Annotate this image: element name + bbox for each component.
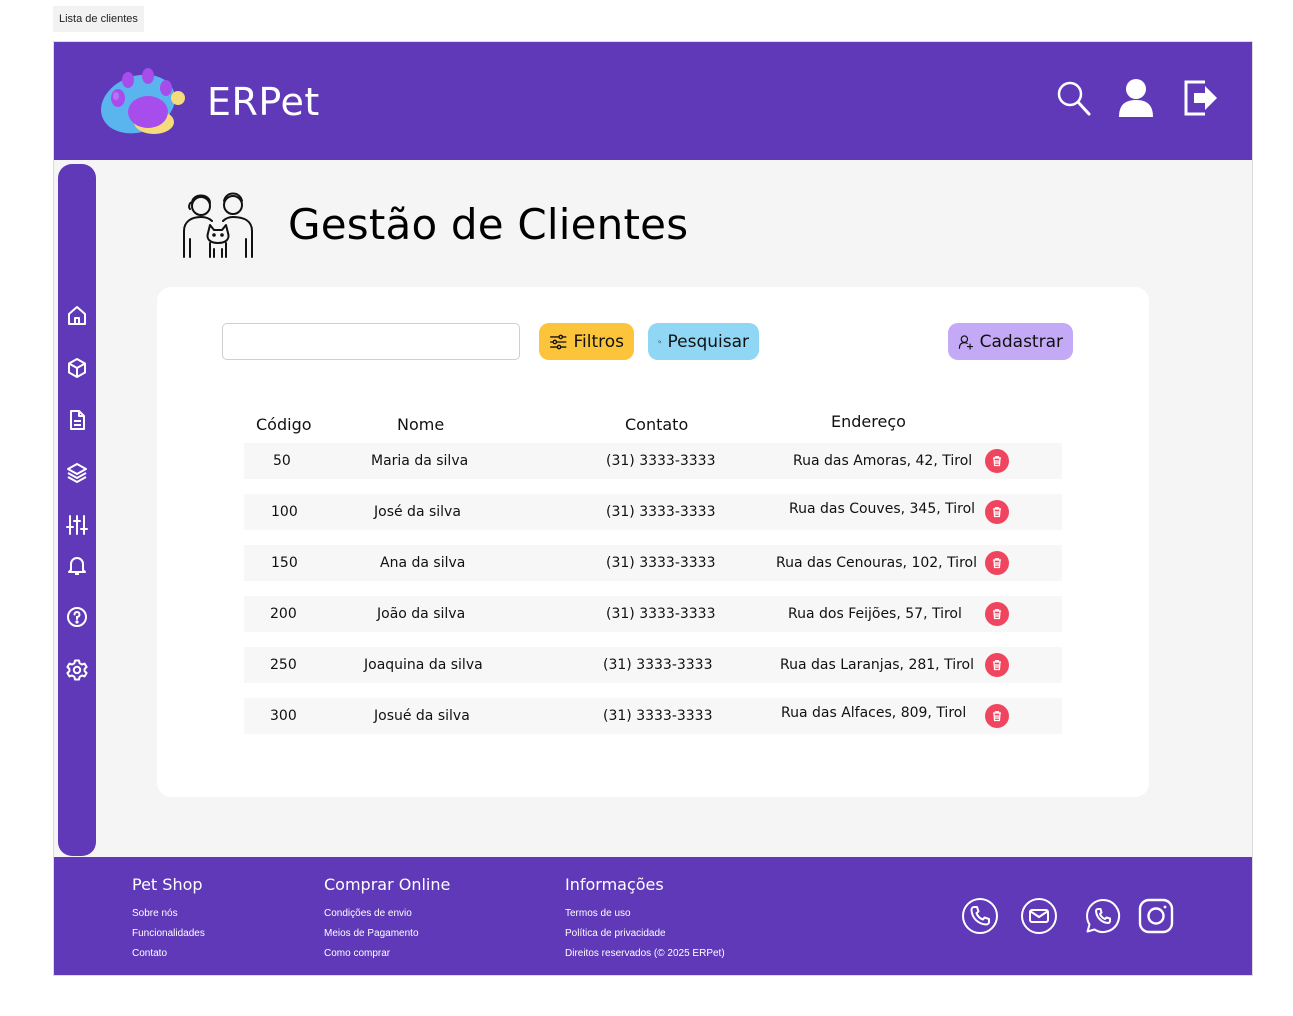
paw-logo-icon (101, 68, 185, 134)
search-button[interactable]: Pesquisar (648, 323, 759, 360)
trash-icon (993, 558, 1001, 569)
cell-address: Rua das Cenouras, 102, Tirol (776, 555, 977, 571)
box-icon[interactable] (65, 356, 89, 380)
delete-button[interactable] (985, 653, 1009, 677)
cell-contact: (31) 3333-3333 (606, 555, 716, 571)
cell-code: 250 (270, 657, 297, 673)
trash-icon (993, 609, 1001, 620)
logout-icon[interactable] (1181, 76, 1221, 120)
phone-icon[interactable] (961, 897, 999, 935)
filter-sliders-icon (550, 334, 567, 349)
cell-name: Joaquina da silva (364, 657, 483, 673)
cell-code: 50 (273, 453, 291, 469)
footer-column-shop-online: Comprar Online Condições de envio Meios … (324, 875, 450, 964)
cell-address: Rua dos Feijões, 57, Tirol (788, 606, 962, 622)
magnifier-icon (658, 339, 662, 344)
delete-button[interactable] (985, 551, 1009, 575)
footer-link-terms[interactable]: Termos de uso (565, 904, 725, 924)
table-row[interactable]: 150 Ana da silva (31) 3333-3333 Rua das … (244, 545, 1062, 581)
footer-heading: Pet Shop (132, 875, 203, 894)
footer-link-contact[interactable]: Contato (132, 944, 205, 964)
cell-name: Maria da silva (371, 453, 469, 469)
instagram-icon[interactable] (1137, 897, 1175, 935)
table-row[interactable]: 100 José da silva (31) 3333-3333 Rua das… (244, 494, 1062, 530)
bell-icon[interactable] (65, 553, 89, 577)
document-icon[interactable] (65, 408, 89, 432)
register-button-label: Cadastrar (979, 331, 1063, 352)
cell-address: Rua das Amoras, 42, Tirol (793, 453, 973, 469)
cell-address: Rua das Laranjas, 281, Tirol (780, 657, 974, 673)
footer-link-shipping[interactable]: Condições de envio (324, 904, 450, 924)
brand-name: ERPet (207, 80, 320, 124)
help-icon[interactable] (65, 605, 89, 629)
search-button-label: Pesquisar (667, 331, 749, 352)
cell-contact: (31) 3333-3333 (606, 606, 716, 622)
footer-link-about[interactable]: Sobre nós (132, 904, 205, 924)
clients-family-icon (183, 192, 253, 258)
cell-code: 150 (271, 555, 298, 571)
cell-code: 100 (271, 504, 298, 520)
sidebar (58, 164, 96, 856)
cell-code: 300 (270, 708, 297, 724)
cell-name: Josué da silva (374, 708, 470, 724)
filter-button[interactable]: Filtros (539, 323, 634, 360)
column-header-code: Código (256, 415, 312, 434)
filter-button-label: Filtros (573, 331, 624, 352)
trash-icon (993, 660, 1001, 671)
footer-column-info: Informações Termos de uso Política de pr… (565, 875, 725, 964)
frame-label: Lista de clientes (53, 6, 144, 32)
layers-icon[interactable] (65, 460, 89, 484)
delete-button[interactable] (985, 500, 1009, 524)
page-title: Gestão de Clientes (288, 200, 689, 249)
delete-button[interactable] (985, 449, 1009, 473)
footer-link-payment[interactable]: Meios de Pagamento (324, 924, 450, 944)
column-header-name: Nome (397, 415, 445, 434)
add-user-icon (958, 334, 974, 350)
cell-address: Rua das Couves, 345, Tirol (789, 501, 976, 517)
home-icon[interactable] (65, 304, 89, 328)
footer-link-rights[interactable]: Direitos reservados (© 2025 ERPet) (565, 944, 725, 964)
column-header-contact: Contato (625, 415, 689, 434)
user-icon[interactable] (1116, 76, 1156, 120)
app-window: ERPet Gestão de Clientes Filtros Pesquis… (53, 41, 1253, 976)
trash-icon (993, 507, 1001, 518)
settings-icon[interactable] (65, 658, 89, 682)
footer-heading: Comprar Online (324, 875, 451, 894)
search-icon[interactable] (1054, 76, 1094, 120)
footer-column-petshop: Pet Shop Sobre nós Funcionalidades Conta… (132, 875, 205, 964)
table-row[interactable]: 200 João da silva (31) 3333-3333 Rua dos… (244, 596, 1062, 632)
search-input[interactable] (222, 323, 520, 360)
column-header-address: Endereço (831, 412, 906, 431)
footer: Pet Shop Sobre nós Funcionalidades Conta… (54, 857, 1252, 975)
table-row[interactable]: 50 Maria da silva (31) 3333-3333 Rua das… (244, 443, 1062, 479)
cell-contact: (31) 3333-3333 (603, 708, 713, 724)
footer-heading: Informações (565, 875, 664, 894)
cell-address: Rua das Alfaces, 809, Tirol (781, 705, 967, 721)
register-button[interactable]: Cadastrar (948, 323, 1073, 360)
sliders-icon[interactable] (65, 513, 89, 537)
delete-button[interactable] (985, 704, 1009, 728)
footer-link-how-to-buy[interactable]: Como comprar (324, 944, 450, 964)
clients-card: Filtros Pesquisar Cadastrar Código Nome … (157, 287, 1149, 797)
header: ERPet (54, 42, 1252, 160)
cell-contact: (31) 3333-3333 (603, 657, 713, 673)
footer-link-features[interactable]: Funcionalidades (132, 924, 205, 944)
whatsapp-icon[interactable] (1084, 897, 1122, 935)
cell-name: Ana da silva (380, 555, 466, 571)
trash-icon (993, 711, 1001, 722)
footer-link-privacy[interactable]: Política de privacidade (565, 924, 725, 944)
table-row[interactable]: 250 Joaquina da silva (31) 3333-3333 Rua… (244, 647, 1062, 683)
cell-contact: (31) 3333-3333 (606, 453, 716, 469)
cell-contact: (31) 3333-3333 (606, 504, 716, 520)
cell-name: José da silva (374, 504, 461, 520)
cell-code: 200 (270, 606, 297, 622)
mail-icon[interactable] (1020, 897, 1058, 935)
delete-button[interactable] (985, 602, 1009, 626)
cell-name: João da silva (377, 606, 466, 622)
table-row[interactable]: 300 Josué da silva (31) 3333-3333 Rua da… (244, 698, 1062, 734)
trash-icon (993, 456, 1001, 467)
